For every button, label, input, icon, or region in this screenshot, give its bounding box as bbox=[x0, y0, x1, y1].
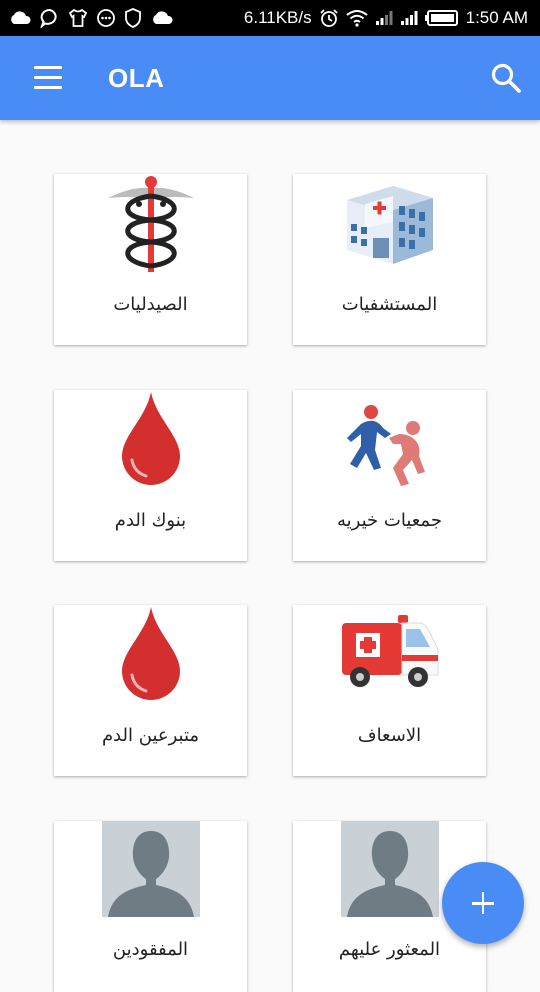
category-card-missing-people[interactable]: المفقودين bbox=[54, 821, 247, 992]
card-label: جمعيات خيريه bbox=[337, 510, 442, 531]
search-button[interactable] bbox=[490, 62, 522, 94]
ambulance-icon bbox=[341, 615, 438, 687]
notification-icons bbox=[8, 0, 174, 36]
category-card-blood-banks[interactable]: بنوك الدم bbox=[54, 390, 247, 561]
caduceus-icon bbox=[107, 176, 194, 272]
shirt-icon bbox=[68, 8, 88, 28]
category-card-charities[interactable]: جمعيات خيريه bbox=[293, 390, 486, 561]
card-label: الاسعاف bbox=[357, 725, 422, 746]
blood-drop-icon bbox=[121, 607, 180, 700]
card-label: بنوك الدم bbox=[114, 510, 187, 531]
alarm-icon bbox=[319, 8, 339, 28]
card-label: المعثور عليهم bbox=[338, 939, 441, 960]
wifi-icon bbox=[346, 9, 368, 27]
signal-icon bbox=[400, 10, 418, 26]
clock: 1:50 AM bbox=[465, 8, 528, 27]
card-label: المفقودين bbox=[112, 939, 189, 960]
shield-icon bbox=[124, 8, 142, 28]
category-card-pharmacies[interactable]: الصيدليات bbox=[54, 174, 247, 345]
system-status: 6.11KB/s 1:50 AM bbox=[244, 0, 528, 36]
add-button[interactable] bbox=[442, 862, 524, 944]
cloud-icon bbox=[8, 10, 32, 26]
search-icon bbox=[491, 63, 521, 93]
person-silhouette-icon bbox=[101, 821, 200, 917]
card-label: متبرعين الدم bbox=[101, 725, 200, 746]
category-card-hospitals[interactable]: المستشفيات bbox=[293, 174, 486, 345]
helping-people-icon bbox=[346, 405, 425, 486]
menu-button[interactable] bbox=[34, 66, 62, 90]
card-label: الصيدليات bbox=[113, 294, 188, 315]
category-card-blood-donors[interactable]: متبرعين الدم bbox=[54, 605, 247, 776]
signal-icon bbox=[375, 10, 393, 26]
status-bar: 6.11KB/s 1:50 AM bbox=[0, 0, 540, 36]
person-silhouette-icon bbox=[340, 821, 439, 917]
card-label: المستشفيات bbox=[341, 294, 438, 315]
category-card-ambulance[interactable]: الاسعاف bbox=[293, 605, 486, 776]
network-speed: 6.11KB/s bbox=[243, 8, 312, 27]
app-bar: OLA bbox=[0, 36, 540, 120]
blood-drop-icon bbox=[121, 392, 180, 485]
hospital-building-icon bbox=[346, 186, 433, 264]
battery-icon bbox=[424, 9, 459, 27]
cloud-icon bbox=[150, 10, 174, 26]
chat-bubble-icon bbox=[40, 8, 60, 28]
app-title: OLA bbox=[108, 63, 165, 93]
message-dots-icon bbox=[96, 8, 116, 28]
